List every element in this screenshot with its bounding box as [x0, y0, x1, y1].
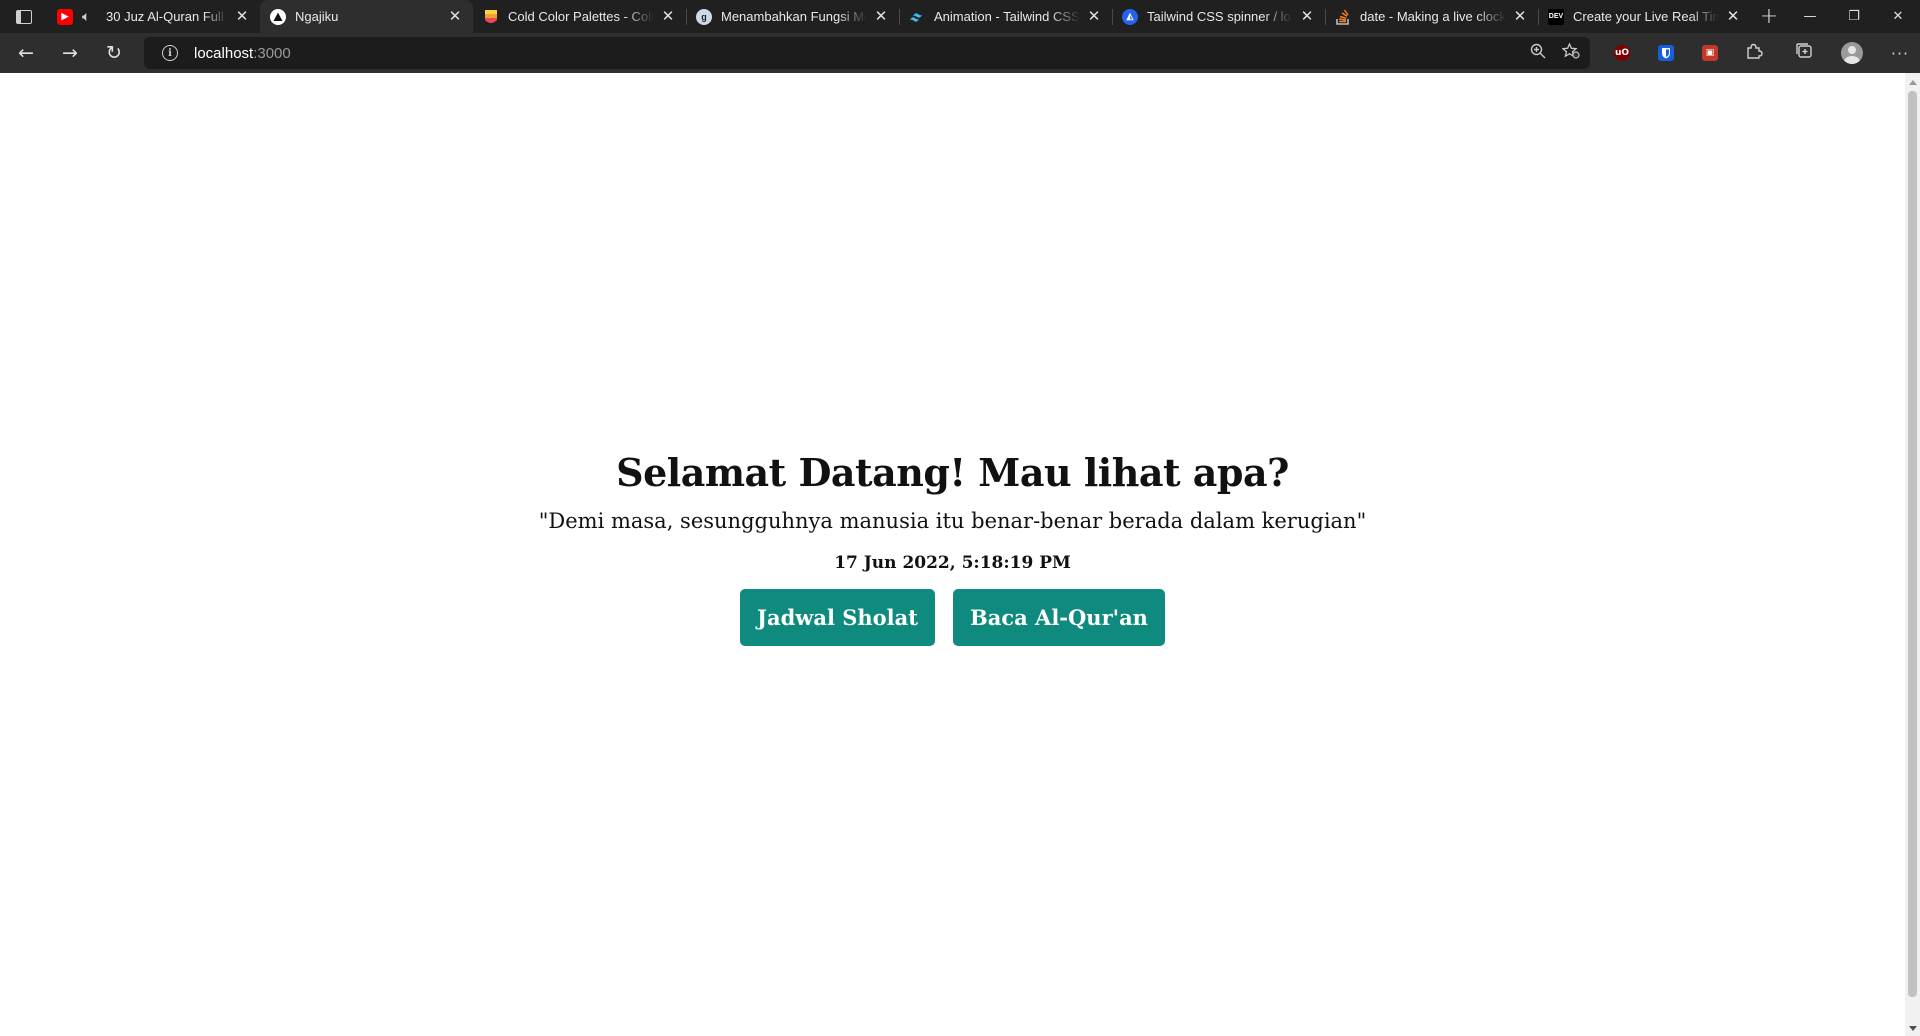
tab-menambahkan[interactable]: g Menambahkan Fungsi Module ✕	[686, 0, 899, 33]
minimize-icon: —	[1803, 9, 1817, 24]
zoom-icon[interactable]	[1530, 43, 1546, 63]
page-title: Selamat Datang! Mau lihat apa?	[616, 450, 1289, 495]
tab-color-hunt[interactable]: Cold Color Palettes - Color Hunt ✕	[473, 0, 686, 33]
tab-title: Tailwind CSS spinner / loader	[1147, 9, 1293, 24]
vertical-scrollbar[interactable]	[1905, 73, 1920, 1036]
site-info-icon[interactable]: i	[162, 45, 178, 61]
add-favorite-icon[interactable]	[1561, 42, 1580, 63]
collections-icon	[1795, 42, 1813, 64]
tab-strip: ▶ 🔈︎ 30 Juz Al-Quran Full ✕ Ngajiku ✕ Co…	[0, 0, 1920, 33]
puzzle-icon	[1745, 42, 1763, 64]
flowbite-icon: ◭	[1122, 8, 1138, 25]
ublock-button[interactable]: uO	[1608, 39, 1636, 67]
tab-actions-button[interactable]	[0, 0, 47, 33]
close-tab-icon[interactable]: ✕	[1086, 8, 1102, 25]
extensions-area: uO ▣ ···	[1600, 33, 1920, 73]
reload-button[interactable]: ↻	[96, 37, 132, 69]
collections-button[interactable]	[1790, 39, 1818, 67]
g-icon: g	[696, 8, 712, 25]
live-clock: 17 Jun 2022, 5:18:19 PM	[834, 553, 1071, 573]
scrollbar-thumb[interactable]	[1908, 91, 1917, 997]
close-tab-icon[interactable]: ✕	[1725, 8, 1741, 25]
window-controls: — ❐ ✕	[1788, 0, 1920, 33]
close-tab-icon[interactable]: ✕	[873, 8, 889, 25]
extension-red-icon: ▣	[1702, 45, 1718, 61]
url-host: localhost	[194, 44, 254, 62]
tab-title: date - Making a live clock	[1360, 9, 1506, 24]
stackoverflow-icon	[1335, 9, 1351, 25]
tab-title: Animation - Tailwind CSS	[934, 9, 1080, 24]
tab-tailwind-animation[interactable]: Animation - Tailwind CSS ✕	[899, 0, 1112, 33]
browser-toolbar: ← → ↻ i localhost:3000 uO ▣ ···	[0, 33, 1920, 73]
tab-title: 30 Juz Al-Quran Full	[106, 9, 224, 24]
tab-actions-icon	[15, 9, 32, 24]
tab-title: Menambahkan Fungsi Module	[721, 9, 867, 24]
tab-tailwind-spinner[interactable]: ◭ Tailwind CSS spinner / loader ✕	[1112, 0, 1325, 33]
plus-icon: +	[1759, 4, 1779, 29]
close-icon: ✕	[1892, 9, 1904, 24]
arrow-right-icon: →	[62, 42, 78, 64]
profile-button[interactable]	[1838, 39, 1866, 67]
palette-icon	[483, 9, 499, 25]
arrow-left-icon: ←	[18, 42, 34, 64]
address-bar[interactable]: i localhost:3000	[144, 37, 1590, 69]
tab-ngajiku[interactable]: Ngajiku ✕	[260, 0, 473, 33]
tab-title: Ngajiku	[295, 9, 339, 24]
tab-stackoverflow[interactable]: date - Making a live clock ✕	[1325, 0, 1538, 33]
ublock-icon: uO	[1614, 45, 1630, 61]
address-bar-actions	[1530, 42, 1580, 63]
hero-actions: Jadwal Sholat Baca Al-Qur'an	[740, 589, 1165, 646]
tab-dev[interactable]: DEV Create your Live Real Time Clock ✕	[1538, 0, 1751, 33]
tailwind-icon	[909, 9, 925, 25]
restore-icon: ❐	[1848, 9, 1860, 24]
bitwarden-button[interactable]	[1652, 39, 1680, 67]
reload-icon: ↻	[106, 42, 122, 64]
speaker-icon[interactable]: 🔈︎	[82, 8, 100, 25]
scroll-up-icon[interactable]	[1909, 80, 1917, 85]
bitwarden-icon	[1658, 45, 1674, 61]
close-tab-icon[interactable]: ✕	[1512, 8, 1528, 25]
jadwal-sholat-button[interactable]: Jadwal Sholat	[740, 589, 935, 646]
tab-youtube[interactable]: ▶ 🔈︎ 30 Juz Al-Quran Full ✕	[47, 0, 260, 33]
close-tab-icon[interactable]: ✕	[1299, 8, 1315, 25]
quote-text: "Demi masa, sesungguhnya manusia itu ben…	[538, 509, 1367, 533]
youtube-icon: ▶	[57, 8, 73, 25]
new-tab-button[interactable]: +	[1751, 0, 1787, 33]
more-icon: ···	[1890, 43, 1910, 63]
baca-quran-button[interactable]: Baca Al-Qur'an	[952, 589, 1165, 646]
red-extension-button[interactable]: ▣	[1696, 39, 1724, 67]
close-tab-icon[interactable]: ✕	[660, 8, 676, 25]
avatar	[1841, 42, 1863, 64]
restore-button[interactable]: ❐	[1838, 0, 1870, 33]
triangle-icon	[270, 8, 286, 25]
minimize-button[interactable]: —	[1794, 0, 1826, 33]
tab-title: Create your Live Real Time Clock	[1573, 9, 1719, 24]
scroll-down-icon[interactable]	[1909, 1026, 1917, 1031]
back-button[interactable]: ←	[8, 37, 44, 69]
close-window-button[interactable]: ✕	[1882, 0, 1914, 33]
extensions-button[interactable]	[1740, 39, 1768, 67]
page-viewport: Selamat Datang! Mau lihat apa? "Demi mas…	[0, 73, 1905, 1036]
settings-menu-button[interactable]: ···	[1886, 39, 1914, 67]
hero-section: Selamat Datang! Mau lihat apa? "Demi mas…	[0, 73, 1905, 1036]
tab-title: Cold Color Palettes - Color Hunt	[508, 9, 654, 24]
dev-icon: DEV	[1548, 8, 1564, 25]
close-tab-icon[interactable]: ✕	[447, 8, 463, 25]
forward-button[interactable]: →	[52, 37, 88, 69]
url-port: :3000	[253, 44, 291, 62]
close-tab-icon[interactable]: ✕	[234, 8, 250, 25]
